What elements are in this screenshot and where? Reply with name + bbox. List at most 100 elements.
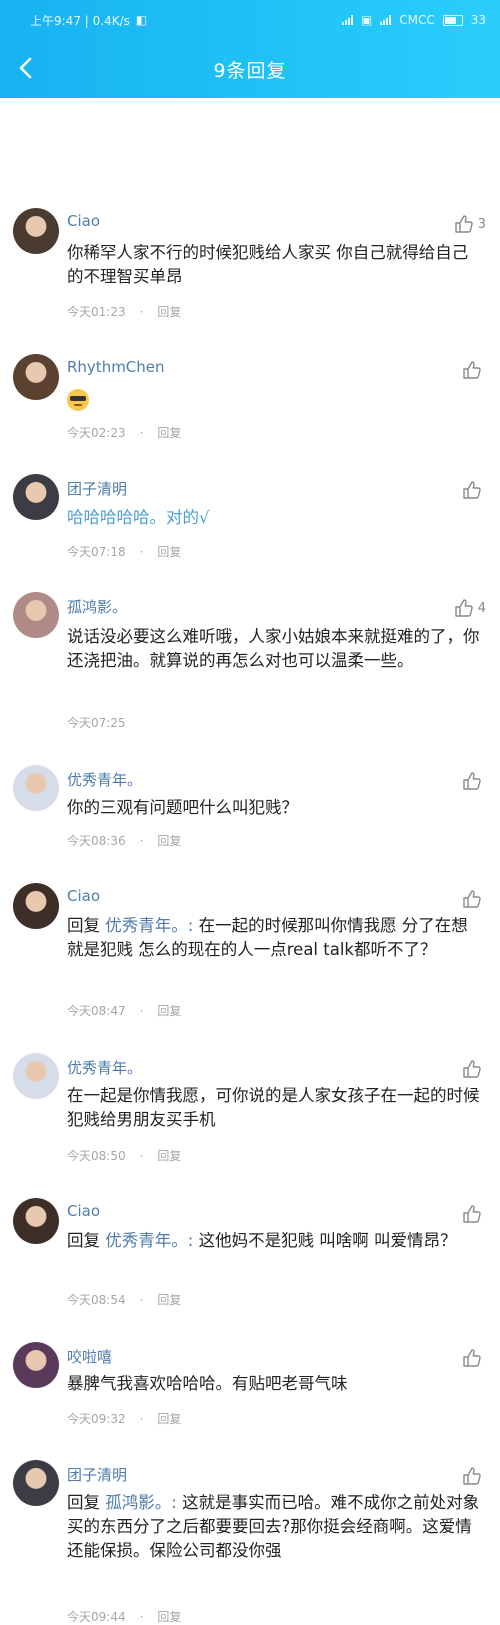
avatar[interactable] <box>13 474 59 520</box>
thumbs-up-icon <box>454 598 474 618</box>
like-button[interactable] <box>462 1204 486 1224</box>
like-button[interactable] <box>462 889 486 909</box>
comment-body: 你稀罕人家不行的时候犯贱给人家买 你自己就得给自己的不理智买单昂 <box>67 243 469 286</box>
comment-text: 回复 孤鸿影。: 这就是事实而已哈。难不成你之前处对象买的东西分了之后都要要回去… <box>67 1491 482 1563</box>
comment-meta: 今天07:18 · 回复 <box>67 543 181 560</box>
comment-meta: 今天01:23 · 回复 <box>67 303 181 320</box>
like-button[interactable] <box>462 1466 486 1486</box>
battery-level: 33 <box>470 13 486 27</box>
comment-time: 今天07:18 <box>67 545 126 559</box>
comment-time: 今天08:36 <box>67 834 126 848</box>
separator-dot: · <box>139 834 144 848</box>
like-button[interactable] <box>462 360 486 380</box>
comment-text: 回复 优秀青年。: 在一起的时候那叫你情我愿 分了在想就是犯贱 怎么的现在的人一… <box>67 914 482 962</box>
avatar[interactable] <box>13 592 59 638</box>
separator-dot: · <box>139 1149 144 1163</box>
comment-body: 暴脾气我喜欢哈哈哈。有贴吧老哥气味 <box>67 1374 348 1393</box>
username[interactable]: Ciao <box>67 212 100 230</box>
avatar[interactable] <box>13 1342 59 1388</box>
like-button[interactable]: 4 <box>454 598 486 618</box>
comment-body: 说话没必要这么难听哦，人家小姑娘本来就挺难的了，你还浇把油。就算说的再怎么对也可… <box>67 627 480 670</box>
comment-text: 你的三观有问题吧什么叫犯贱？ <box>67 796 482 820</box>
reply-button[interactable]: 回复 <box>157 1149 181 1163</box>
reply-button[interactable]: 回复 <box>157 1610 181 1624</box>
avatar[interactable] <box>13 883 59 929</box>
reply-button[interactable]: 回复 <box>157 305 181 319</box>
comment-body: 哈哈哈哈哈。对的√ <box>67 508 210 527</box>
separator-dot: · <box>139 1610 144 1624</box>
username[interactable]: RhythmChen <box>67 358 165 376</box>
page-title: 9条回复 <box>213 59 287 82</box>
battery-icon <box>442 14 463 26</box>
reply-prefix: 回复 <box>67 916 100 935</box>
reply-prefix: 回复 <box>67 1231 100 1250</box>
comment-time: 今天08:54 <box>67 1293 126 1307</box>
comment-text: 你稀罕人家不行的时候犯贱给人家买 你自己就得给自己的不理智买单昂 <box>67 241 482 289</box>
reply-button[interactable]: 回复 <box>157 1412 181 1426</box>
mention-link[interactable]: 孤鸿影。: <box>105 1493 177 1512</box>
carrier-label: CMCC <box>399 13 435 27</box>
separator-dot: · <box>139 1412 144 1426</box>
username[interactable]: 优秀青年。 <box>67 1057 142 1078</box>
cool-face-emoji-icon <box>67 388 89 411</box>
back-button[interactable] <box>6 48 46 88</box>
username[interactable]: 孤鸿影。 <box>67 596 127 617</box>
avatar[interactable] <box>13 208 59 254</box>
avatar[interactable] <box>13 765 59 811</box>
username[interactable]: 团子清明 <box>67 478 127 499</box>
like-button[interactable] <box>462 480 486 500</box>
comment-time: 今天08:47 <box>67 1004 126 1018</box>
comment-time: 今天07:25 <box>67 716 126 730</box>
thumbs-up-icon <box>462 1204 482 1224</box>
separator-dot: · <box>139 1293 144 1307</box>
like-count: 3 <box>477 216 486 232</box>
comment-time: 今天01:23 <box>67 305 126 319</box>
avatar[interactable] <box>13 1053 59 1099</box>
username[interactable]: Ciao <box>67 1202 100 1220</box>
like-count: 4 <box>477 600 486 616</box>
sim-icon: ▣ <box>360 13 373 27</box>
thumbs-up-icon <box>462 360 482 380</box>
reply-button[interactable]: 回复 <box>157 1293 181 1307</box>
thumbs-up-icon <box>462 771 482 791</box>
like-button[interactable] <box>462 1059 486 1079</box>
like-button[interactable]: 3 <box>454 214 486 234</box>
username[interactable]: Ciao <box>67 887 100 905</box>
username[interactable]: 团子清明 <box>67 1464 127 1485</box>
comment-time: 今天08:50 <box>67 1149 126 1163</box>
nav-bar: 9条回复 <box>0 40 500 98</box>
avatar[interactable] <box>13 354 59 400</box>
comment-meta: 今天09:44 · 回复 <box>67 1608 181 1625</box>
comment-meta: 今天08:36 · 回复 <box>67 832 181 849</box>
avatar[interactable] <box>13 1460 59 1506</box>
comment-meta: 今天09:32 · 回复 <box>67 1410 181 1427</box>
reply-button[interactable]: 回复 <box>157 545 181 559</box>
status-time-speed: 上午9:47 | 0.4K/s <box>30 13 130 28</box>
reply-button[interactable]: 回复 <box>157 1004 181 1018</box>
top-bar: 上午9:47 | 0.4K/s ◧ ▣ CMCC 33 9条回复 <box>0 0 500 98</box>
avatar[interactable] <box>13 1198 59 1244</box>
comment-text: 哈哈哈哈哈。对的√ <box>67 506 482 530</box>
comment-text: 在一起是你情我愿，可你说的是人家女孩子在一起的时候犯贱给男朋友买手机 <box>67 1084 482 1132</box>
reply-button[interactable]: 回复 <box>157 426 181 440</box>
comment-meta: 今天08:47 · 回复 <box>67 1002 181 1019</box>
username[interactable]: 咬啦嘻 <box>67 1346 112 1367</box>
comment-text: 暴脾气我喜欢哈哈哈。有贴吧老哥气味 <box>67 1372 482 1396</box>
username[interactable]: 优秀青年。 <box>67 769 142 790</box>
like-button[interactable] <box>462 1348 486 1368</box>
reply-prefix: 回复 <box>67 1493 100 1512</box>
signal-icon <box>341 15 353 25</box>
status-bar: 上午9:47 | 0.4K/s ◧ ▣ CMCC 33 <box>0 0 500 40</box>
thumbs-up-icon <box>462 1059 482 1079</box>
thumbs-up-icon <box>462 1348 482 1368</box>
like-button[interactable] <box>462 771 486 791</box>
comment-time: 今天09:44 <box>67 1610 126 1624</box>
chevron-left-icon <box>19 57 32 79</box>
comment-time: 今天02:23 <box>67 426 126 440</box>
comment-body: 这他妈不是犯贱 叫啥啊 叫爱情昂？ <box>198 1231 457 1250</box>
mention-link[interactable]: 优秀青年。: <box>105 916 193 935</box>
mention-link[interactable]: 优秀青年。: <box>105 1231 193 1250</box>
comment-text: 说话没必要这么难听哦，人家小姑娘本来就挺难的了，你还浇把油。就算说的再怎么对也可… <box>67 625 482 673</box>
separator-dot: · <box>139 1004 144 1018</box>
reply-button[interactable]: 回复 <box>157 834 181 848</box>
